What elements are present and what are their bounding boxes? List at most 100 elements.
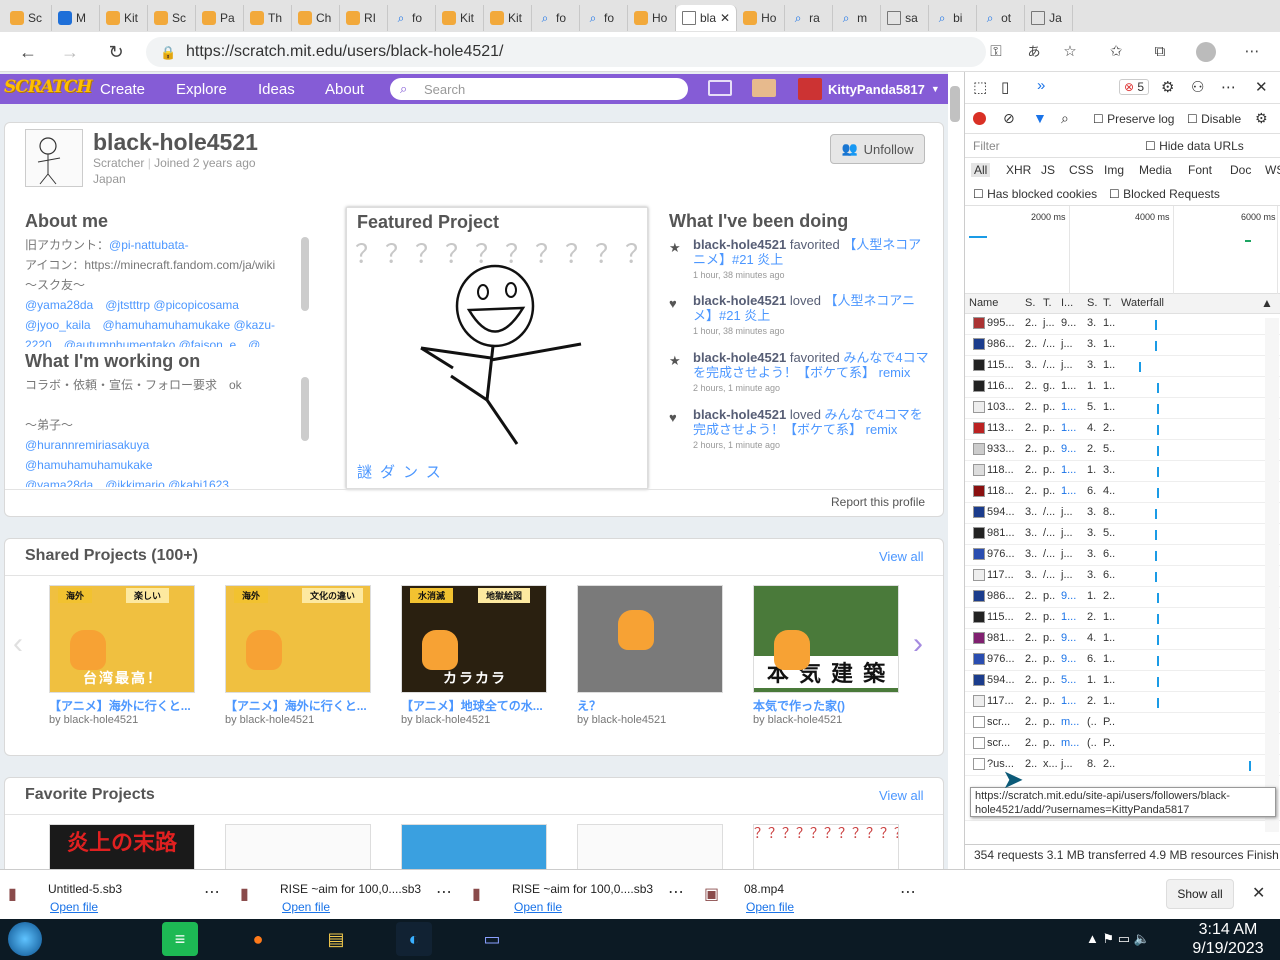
favorite-thumb-3[interactable]	[401, 824, 547, 869]
favorite-thumb-1[interactable]: 炎上の末路	[49, 824, 195, 869]
network-request-row[interactable]: 113... 2.. p.. 1... 4. 2..	[965, 419, 1280, 440]
more-options-icon[interactable]: ⋯	[900, 882, 916, 902]
type-filter-xhr[interactable]: XHR	[1006, 163, 1031, 177]
favorite-thumb-5[interactable]: ？？？？？？？？？？？？？？？？？？？？	[753, 824, 899, 869]
close-downloads-icon[interactable]: ✕	[1252, 883, 1265, 903]
url-field[interactable]: https://scratch.mit.edu/users/black-hole…	[146, 37, 986, 67]
network-settings-icon[interactable]: ⚙	[1255, 110, 1268, 127]
network-request-row[interactable]: scr... 2.. p.. m... (.. P..	[965, 713, 1280, 734]
profile-avatar-icon[interactable]	[1196, 42, 1216, 62]
disable-cache-checkbox[interactable]: ☐ Disable	[1187, 112, 1241, 126]
unfollow-button[interactable]: 👥 Unfollow	[830, 134, 925, 164]
carousel-next-icon[interactable]: ›	[913, 627, 923, 661]
browser-tab[interactable]: sa	[881, 5, 930, 31]
project-title-link[interactable]: 【アニメ】海外に行くと...	[49, 697, 195, 714]
bio-mention-link[interactable]: @hurannremiriasakuya	[25, 438, 149, 452]
nav-about[interactable]: About	[325, 81, 364, 98]
more-options-icon[interactable]: ⋯	[668, 882, 684, 902]
project-thumbnail[interactable]: 海外 楽しい 台湾最高！	[49, 585, 195, 693]
column-header[interactable]: I...	[1061, 297, 1073, 309]
network-request-row[interactable]: 118... 2.. p.. 1... 6. 4..	[965, 482, 1280, 503]
browser-tab[interactable]: ⌕ fo	[532, 5, 580, 31]
download-item[interactable]: ▮ RISE ~aim for 100,0....sb3 Open file ⋯	[464, 876, 696, 916]
network-request-row[interactable]: 986... 2.. /... j... 3. 1..	[965, 335, 1280, 356]
browser-tab[interactable]: ⌕ bi	[929, 5, 978, 31]
browser-tab[interactable]: Ho	[628, 5, 676, 31]
browser-tab[interactable]: bla ✕	[676, 5, 738, 31]
bio-mention-link[interactable]: @yama28da @ikkimario @kabi1623	[25, 478, 229, 487]
featured-project-title[interactable]: 謎ダンス	[357, 461, 449, 482]
network-request-row[interactable]: 986... 2.. p.. 9... 1. 2..	[965, 587, 1280, 608]
carousel-prev-icon[interactable]: ‹	[13, 627, 23, 661]
close-devtools-icon[interactable]: ✕	[1255, 78, 1268, 96]
sort-up-icon[interactable]: ▲	[1261, 296, 1273, 310]
app-icon-window[interactable]: ▭	[474, 922, 510, 956]
featured-project[interactable]: Featured Project ？？？？？？？？？？？？？？？？？？？？？？？…	[346, 207, 648, 489]
favorite-thumb-4[interactable]	[577, 824, 723, 869]
type-filter-font[interactable]: Font	[1188, 163, 1212, 177]
type-filter-js[interactable]: JS	[1041, 163, 1055, 177]
nav-explore[interactable]: Explore	[176, 81, 227, 98]
start-button[interactable]	[8, 922, 42, 956]
open-file-link[interactable]: Open file	[282, 900, 330, 914]
working-scrollbar[interactable]	[301, 377, 309, 441]
download-item[interactable]: ▮ Untitled-5.sb3 Open file ⋯	[0, 876, 232, 916]
open-file-link[interactable]: Open file	[50, 900, 98, 914]
bio-mention-link[interactable]: @pi-nattubata-	[109, 238, 189, 252]
filter-input[interactable]: Filter	[973, 139, 1000, 153]
network-request-row[interactable]: 981... 2.. p.. 9... 4. 1..	[965, 629, 1280, 650]
report-profile-link[interactable]: Report this profile	[831, 495, 925, 509]
collections-icon[interactable]: ⧉	[1150, 42, 1170, 62]
record-icon[interactable]	[973, 112, 986, 125]
browser-tab[interactable]: Pa	[196, 5, 244, 31]
page-scrollbar-thumb[interactable]	[950, 86, 960, 122]
scratch-search-input[interactable]: Search	[390, 78, 688, 100]
project-title-link[interactable]: 本気で作った家()	[753, 697, 899, 714]
browser-tab[interactable]: M	[52, 5, 100, 31]
network-request-row[interactable]: 981... 3.. /... j... 3. 5..	[965, 524, 1280, 545]
type-filter-ws[interactable]: WS	[1265, 163, 1280, 177]
close-tab-icon[interactable]: ✕	[720, 11, 730, 25]
download-item[interactable]: ▣ 08.mp4 Open file ⋯	[696, 876, 928, 916]
file-explorer-icon[interactable]: ▤	[318, 922, 354, 956]
show-all-button[interactable]: Show all	[1166, 879, 1234, 909]
project-thumbnail[interactable]: 水消滅 地獄絵図 カラカラ	[401, 585, 547, 693]
network-request-row[interactable]: 118... 2.. p.. 1... 1. 3..	[965, 461, 1280, 482]
preserve-log-checkbox[interactable]: ☐ Preserve log	[1093, 112, 1174, 126]
activity-user-link[interactable]: black-hole4521	[693, 407, 786, 422]
browser-tab[interactable]: Ch	[292, 5, 340, 31]
browser-tab[interactable]: RI	[340, 5, 388, 31]
browser-tab[interactable]: Ho	[737, 5, 786, 31]
project-title-link[interactable]: 【アニメ】地球全ての水...	[401, 697, 547, 714]
browser-tab[interactable]: ⌕ fo	[388, 5, 436, 31]
account-menu[interactable]: KittyPanda5817 ▼	[798, 78, 940, 100]
network-request-row[interactable]: 995... 2.. j... 9... 3. 1..	[965, 314, 1280, 335]
add-favorite-icon[interactable]: ☆	[1060, 42, 1080, 62]
project-thumbnail[interactable]: 本 気 建 築	[753, 585, 899, 693]
type-filter-doc[interactable]: Doc	[1230, 163, 1251, 177]
browser-tab[interactable]: Kit	[484, 5, 532, 31]
working-on-text[interactable]: コラボ・依頼・宣伝・フォロー要求 ok ～弟子～ @hurannremiriasa…	[25, 375, 301, 487]
nav-create[interactable]: Create	[100, 81, 145, 98]
device-icon[interactable]: ▯	[1001, 78, 1009, 96]
browser-tab[interactable]: Sc	[148, 5, 196, 31]
about-me-text[interactable]: 旧アカウント：@pi-nattubata- アイコン：https://minecr…	[25, 235, 301, 347]
type-filter-css[interactable]: CSS	[1069, 163, 1094, 177]
open-file-link[interactable]: Open file	[514, 900, 562, 914]
translate-icon[interactable]: あ	[1024, 42, 1044, 62]
network-request-row[interactable]: 976... 3.. /... j... 3. 6..	[965, 545, 1280, 566]
network-scrollbar[interactable]	[1265, 318, 1279, 832]
hide-data-urls-checkbox[interactable]: ☐ Hide data URLs	[1145, 139, 1244, 153]
activity-user-link[interactable]: black-hole4521	[693, 350, 786, 365]
favorites-icon[interactable]: ✩	[1106, 42, 1126, 62]
bio-mention-link[interactable]: 2220 @autumnhumentako @faison_e @	[25, 338, 260, 347]
network-request-row[interactable]: 103... 2.. p.. 1... 5. 1..	[965, 398, 1280, 419]
tray-icons[interactable]: ▲ ⚑ ▭ 🔈	[1086, 931, 1150, 947]
app-icon-notes[interactable]: ≡	[162, 922, 198, 956]
has-blocked-cookies-checkbox[interactable]: ☐ Has blocked cookies	[973, 187, 1097, 201]
forward-icon[interactable]: →	[58, 40, 82, 64]
scratch-logo[interactable]: SCRATCH	[4, 77, 92, 99]
network-request-row[interactable]: 594... 2.. p.. 5... 1. 1..	[965, 671, 1280, 692]
network-request-row[interactable]: scr... 2.. p.. m... (.. P..	[965, 734, 1280, 755]
blocked-requests-checkbox[interactable]: ☐ Blocked Requests	[1109, 187, 1220, 201]
